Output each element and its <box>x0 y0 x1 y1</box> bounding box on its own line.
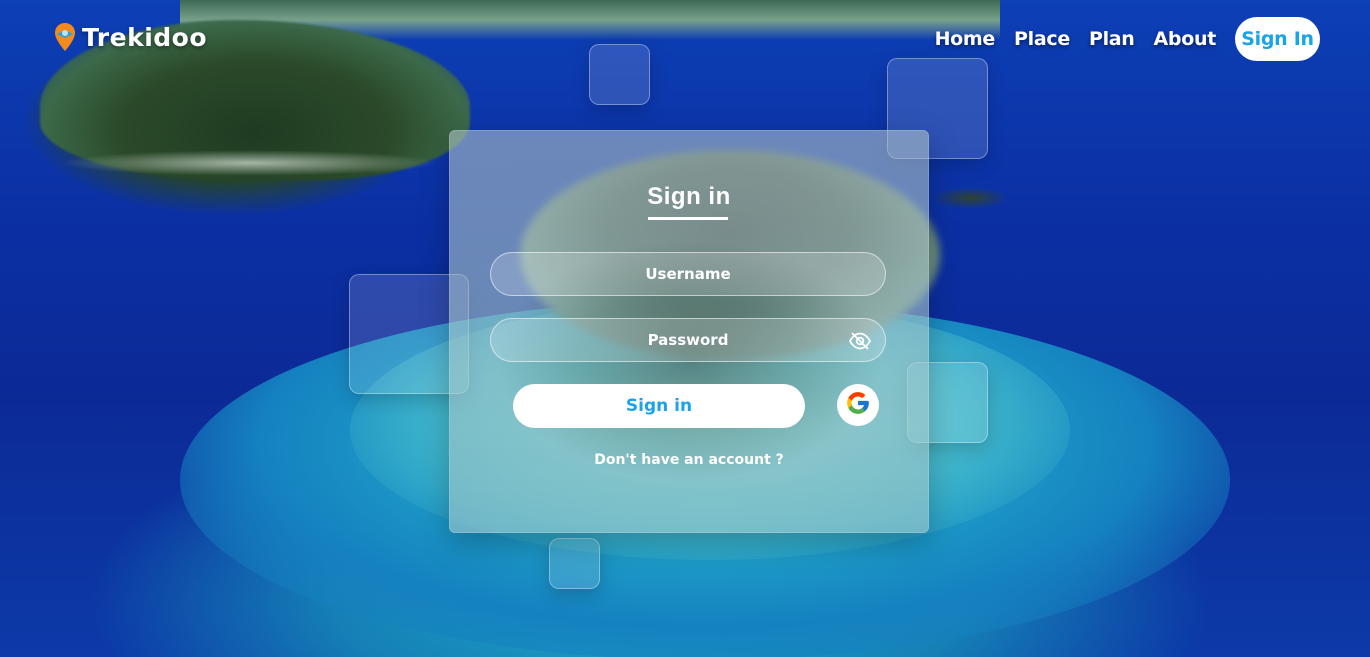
top-navbar: Trekidoo Home Place Plan About Sign In <box>0 0 1370 80</box>
brand-logo[interactable]: Trekidoo <box>54 22 207 52</box>
password-field[interactable] <box>490 318 886 362</box>
nav-link-about[interactable]: About <box>1154 28 1217 50</box>
brand-name: Trekidoo <box>82 22 208 52</box>
username-input[interactable] <box>491 264 885 284</box>
nav-link-place[interactable]: Place <box>1014 28 1070 50</box>
signin-title: Sign in <box>647 183 731 210</box>
map-pin-icon <box>54 22 76 52</box>
title-underline <box>648 217 728 220</box>
glass-square <box>549 538 600 589</box>
signup-link[interactable]: Don't have an account ? <box>450 452 928 468</box>
eye-off-icon[interactable] <box>848 332 872 350</box>
password-input[interactable] <box>491 330 885 350</box>
nav-menu: Home Place Plan About Sign In <box>935 17 1320 61</box>
nav-link-home[interactable]: Home <box>935 28 996 50</box>
signin-card: Sign in Sign in Don't have an account ? <box>449 130 929 533</box>
google-signin-button[interactable] <box>837 384 879 426</box>
signin-submit-button[interactable]: Sign in <box>513 384 805 428</box>
nav-signin-button[interactable]: Sign In <box>1235 17 1320 61</box>
google-icon <box>845 390 871 421</box>
nav-link-plan[interactable]: Plan <box>1089 28 1135 50</box>
username-field[interactable] <box>490 252 886 296</box>
